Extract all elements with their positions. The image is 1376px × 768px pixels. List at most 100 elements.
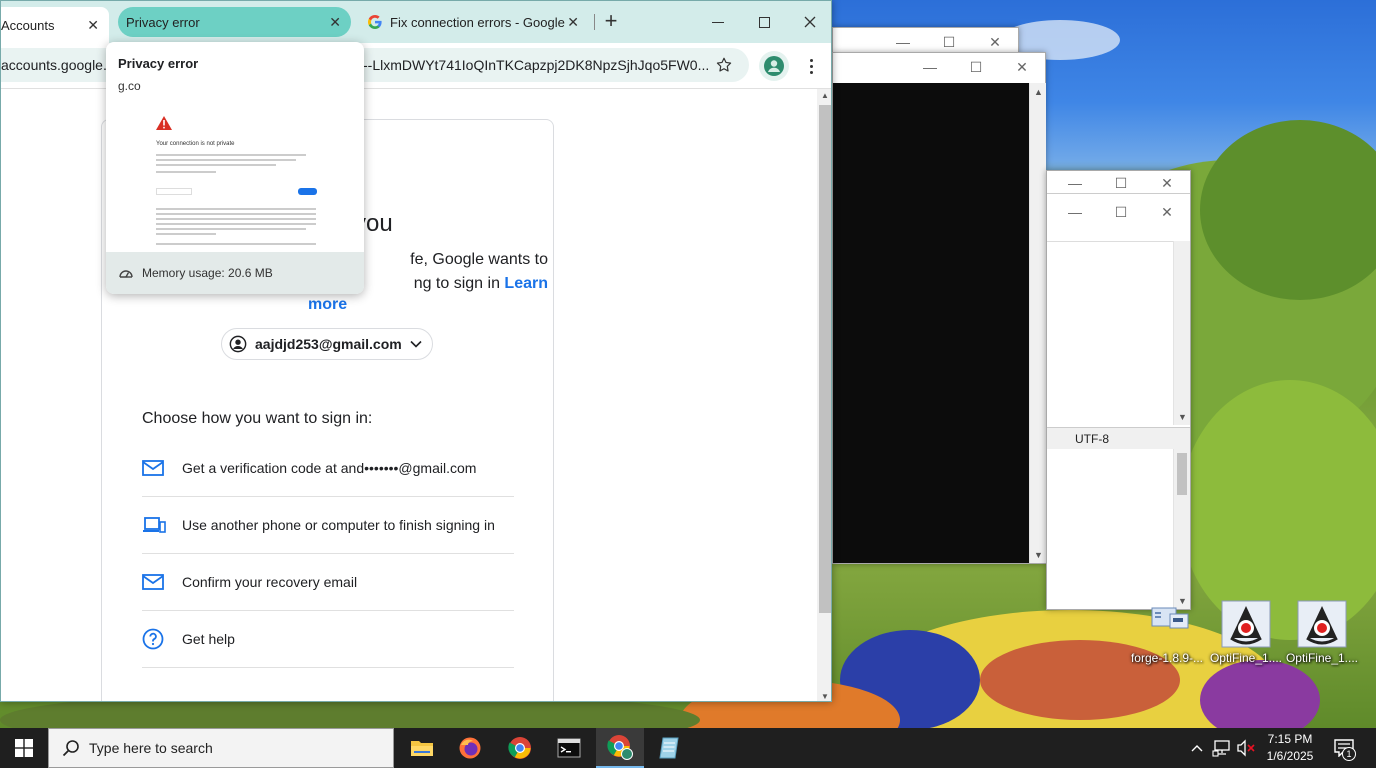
- scroll-up-icon[interactable]: ▲: [817, 91, 831, 100]
- chevron-up-icon: [1191, 745, 1203, 752]
- status-bar: UTF-8: [1047, 427, 1190, 449]
- option-label: Get a verification code at and•••••••@gm…: [182, 460, 477, 476]
- taskbar-chrome-active[interactable]: [596, 728, 644, 768]
- close-icon[interactable]: ✕: [1144, 198, 1190, 226]
- desktop-icon-forge[interactable]: forge-1.8.9-...: [1128, 604, 1206, 665]
- account-chip[interactable]: aajdjd253@gmail.com: [221, 328, 433, 360]
- taskbar-firefox[interactable]: [446, 728, 494, 768]
- bookmark-star-icon[interactable]: [715, 56, 733, 74]
- memory-usage-row: Memory usage: 20.6 MB: [106, 252, 364, 294]
- account-email: aajdjd253@gmail.com: [255, 336, 402, 352]
- maximize-icon[interactable]: ☐: [1098, 198, 1144, 226]
- lower-pane[interactable]: [1047, 449, 1173, 609]
- chevron-down-icon: [410, 340, 422, 348]
- maximize-icon[interactable]: ☐: [953, 53, 999, 81]
- chrome-icon: [508, 737, 531, 759]
- tab-accounts[interactable]: Accounts ✕: [1, 7, 109, 43]
- new-tab-button[interactable]: +: [599, 9, 623, 35]
- account-circle-icon: [229, 335, 247, 353]
- tab-label: Fix connection errors - Google: [390, 14, 565, 30]
- tab-fix-connection-errors[interactable]: Fix connection errors - Google ✕: [361, 7, 589, 37]
- desktop-icon-optifine-2[interactable]: OptiFine_1....: [1283, 600, 1361, 665]
- close-icon[interactable]: ✕: [1144, 171, 1190, 195]
- search-placeholder: Type here to search: [89, 740, 213, 756]
- vertical-scrollbar[interactable]: ▼: [1173, 449, 1190, 609]
- terminal-area[interactable]: [833, 83, 1029, 563]
- folder-icon: [411, 741, 433, 756]
- option-label: Confirm your recovery email: [182, 574, 358, 590]
- option-verification-code[interactable]: Get a verification code at and•••••••@gm…: [142, 440, 514, 497]
- google-favicon-icon: [368, 15, 382, 29]
- minimize-icon[interactable]: —: [1052, 198, 1098, 226]
- minimize-icon: [712, 21, 724, 23]
- scroll-down-icon[interactable]: ▼: [817, 692, 831, 701]
- notepad-icon: [659, 737, 679, 759]
- background-window-3[interactable]: — ☐ ✕ — ☐ ✕ ▼ UTF-8 ▼: [1046, 170, 1191, 610]
- tab-label: Accounts: [1, 17, 55, 33]
- maximize-button[interactable]: [741, 1, 787, 43]
- learn-more-link[interactable]: Learn: [504, 275, 548, 292]
- page-scrollbar[interactable]: ▲ ▼: [817, 89, 831, 701]
- preview-button: [298, 188, 317, 195]
- close-icon[interactable]: ✕: [999, 53, 1045, 81]
- menu-button[interactable]: [797, 51, 825, 81]
- desktop-icon-label: forge-1.8.9-...: [1130, 651, 1204, 665]
- windows-logo-icon: [15, 739, 33, 757]
- taskbar-notepad[interactable]: [645, 728, 693, 768]
- hover-card-domain: g.co: [118, 79, 141, 93]
- encoding-label: UTF-8: [1075, 432, 1109, 446]
- installer-icon: [1151, 607, 1189, 629]
- close-icon: [804, 16, 816, 28]
- tab-hover-card: Privacy error g.co Your connection is no…: [106, 42, 364, 294]
- network-icon: [1212, 740, 1230, 757]
- menu-dots-icon: [809, 58, 813, 62]
- tab-label: Privacy error: [126, 14, 200, 30]
- address-text-left: accounts.google.c: [1, 57, 114, 73]
- volume-muted-icon: [1237, 739, 1255, 757]
- close-tab-icon[interactable]: ✕: [567, 14, 579, 31]
- firefox-icon: [459, 737, 481, 759]
- close-window-button[interactable]: [787, 1, 831, 43]
- volume-status[interactable]: [1236, 739, 1256, 762]
- page-preview-thumbnail: Your connection is not private: [106, 100, 364, 252]
- tab-separator: [594, 14, 595, 30]
- vertical-scrollbar[interactable]: ▼: [1173, 241, 1190, 425]
- close-tab-icon[interactable]: ✕: [87, 17, 99, 34]
- help-icon: [142, 628, 164, 650]
- start-button[interactable]: [0, 728, 48, 768]
- maximize-icon: [758, 16, 770, 28]
- vertical-scrollbar[interactable]: ▲ ▼: [1029, 83, 1046, 563]
- minimize-icon[interactable]: —: [907, 53, 953, 81]
- close-tab-icon[interactable]: ✕: [329, 14, 341, 31]
- tab-privacy-error[interactable]: Privacy error ✕: [118, 7, 351, 37]
- preview-input: [156, 188, 192, 195]
- text-editor-area[interactable]: [1047, 241, 1173, 425]
- taskbar-chrome[interactable]: [496, 728, 544, 768]
- mail-icon: [142, 460, 164, 476]
- show-hidden-icons[interactable]: [1188, 740, 1206, 756]
- network-status[interactable]: [1212, 739, 1232, 762]
- search-icon: [62, 740, 79, 757]
- option-recovery-email[interactable]: Confirm your recovery email: [142, 554, 514, 611]
- desktop-icon-label: OptiFine_1....: [1209, 651, 1283, 665]
- clock[interactable]: 7:15 PM 1/6/2025: [1262, 731, 1318, 765]
- background-window-2[interactable]: — ☐ ✕ ▲ ▼: [832, 52, 1046, 564]
- scroll-thumb[interactable]: [819, 105, 831, 613]
- devices-icon: [143, 517, 166, 533]
- action-center-button[interactable]: 1: [1328, 737, 1358, 761]
- memory-gauge-icon: [119, 270, 133, 278]
- learn-more-link-continued[interactable]: more: [308, 296, 347, 314]
- taskbar-file-explorer[interactable]: [398, 728, 446, 768]
- option-get-help[interactable]: Get help: [142, 611, 514, 668]
- chrome-profile-icon: [607, 735, 633, 760]
- minimize-button[interactable]: [695, 1, 741, 43]
- minimize-icon[interactable]: —: [1052, 171, 1098, 195]
- taskbar-search-box[interactable]: Type here to search: [48, 728, 394, 768]
- desktop-icon-optifine-1[interactable]: OptiFine_1....: [1207, 600, 1285, 665]
- warning-icon: [156, 116, 172, 130]
- notification-count-badge: 1: [1342, 747, 1356, 761]
- profile-button[interactable]: [759, 51, 789, 81]
- option-another-device[interactable]: Use another phone or computer to finish …: [142, 497, 514, 554]
- maximize-icon[interactable]: ☐: [1098, 171, 1144, 195]
- taskbar-terminal[interactable]: [545, 728, 593, 768]
